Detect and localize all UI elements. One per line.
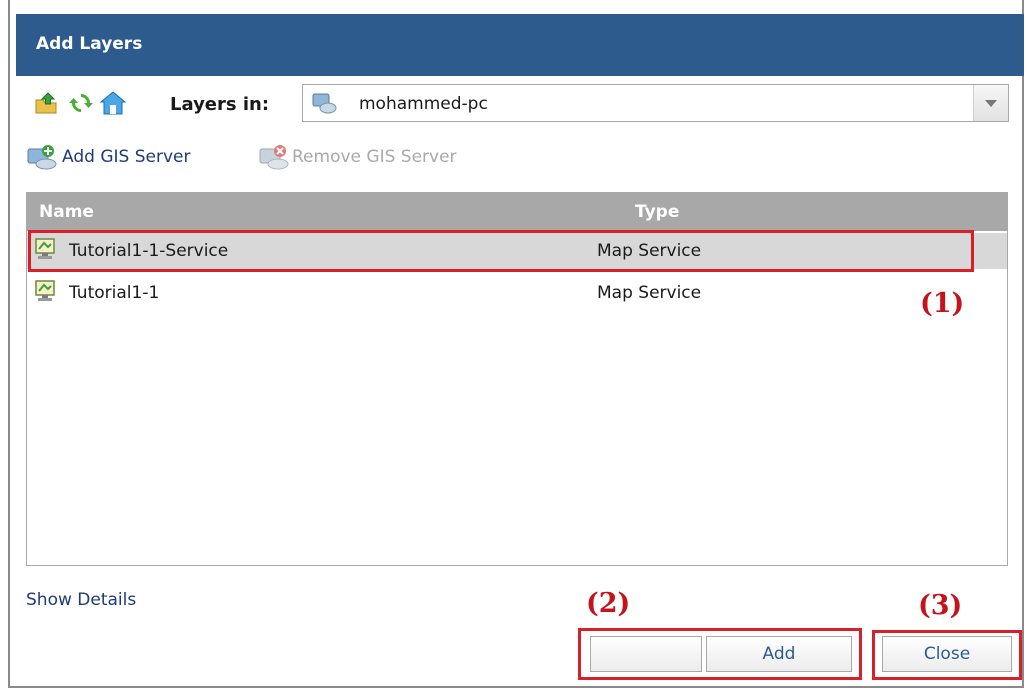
highlight-box-2 <box>578 628 862 680</box>
server-select-value: mohammed-pc <box>359 94 488 114</box>
chevron-down-icon <box>985 100 997 107</box>
dialog-title: Add Layers <box>36 34 143 54</box>
refresh-icon[interactable] <box>68 90 94 116</box>
add-gis-server-label: Add GIS Server <box>62 147 191 167</box>
highlight-box-1 <box>28 230 974 272</box>
server-select[interactable]: mohammed-pc <box>302 84 1009 122</box>
server-icon <box>312 93 337 114</box>
add-server-icon <box>27 145 57 170</box>
show-details-link[interactable]: Show Details <box>26 590 136 610</box>
remove-server-icon <box>259 145 289 170</box>
annotation-3: (3) <box>918 590 963 621</box>
dropdown-button[interactable] <box>973 85 1008 121</box>
layers-in-label: Layers in: <box>170 94 270 115</box>
table-row[interactable]: Tutorial1-1 Map Service <box>27 275 1007 311</box>
column-header-type[interactable]: Type <box>635 202 679 222</box>
annotation-2: (2) <box>586 588 631 619</box>
home-icon[interactable] <box>100 90 126 116</box>
row-type: Map Service <box>597 283 702 303</box>
list-header: Name Type <box>27 193 1007 231</box>
row-name: Tutorial1-1 <box>69 283 160 303</box>
highlight-box-3 <box>872 630 1022 680</box>
layers-toolbar: Layers in: mohammed-pc <box>34 84 1009 124</box>
dialog-titlebar: Add Layers <box>16 14 1024 76</box>
folder-up-icon[interactable] <box>34 90 60 116</box>
column-header-name[interactable]: Name <box>39 202 94 222</box>
remove-gis-server-label: Remove GIS Server <box>292 147 457 167</box>
map-service-icon <box>35 280 55 301</box>
annotation-1: (1) <box>920 288 965 319</box>
